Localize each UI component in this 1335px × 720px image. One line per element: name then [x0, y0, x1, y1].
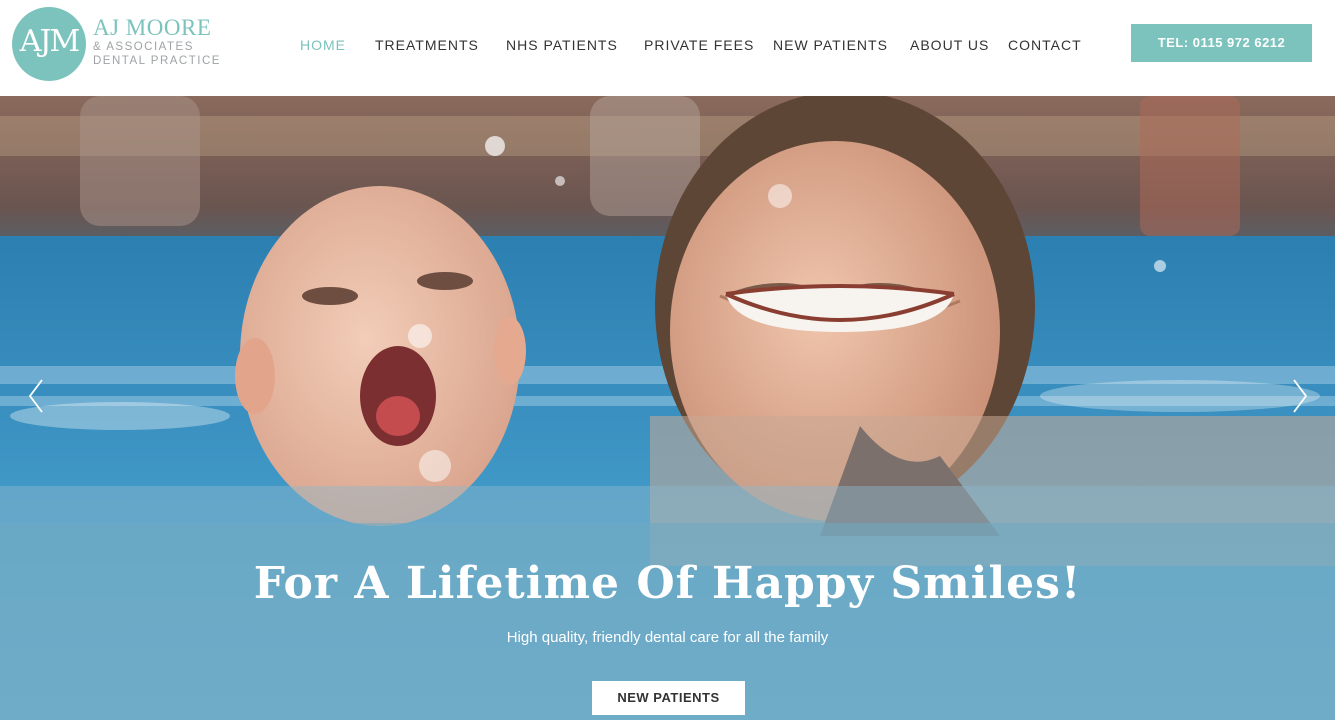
nav-item-new-patients[interactable]: NEW PATIENTS — [773, 37, 888, 53]
logo-subtitle-1: & ASSOCIATES — [93, 41, 194, 53]
hero-title: For A Lifetime Of Happy Smiles! — [253, 558, 1082, 609]
logo-name: AJ MOORE — [93, 15, 212, 40]
hero-subtitle: High quality, friendly dental care for a… — [506, 629, 829, 646]
new-patients-button[interactable]: NEW PATIENTS — [592, 681, 745, 715]
nav-item-contact[interactable]: CONTACT — [1008, 37, 1082, 53]
nav-item-private-fees[interactable]: PRIVATE FEES — [644, 37, 754, 53]
nav-item-home[interactable]: HOME — [300, 37, 346, 53]
site-header: AJM AJ MOORE & ASSOCIATES DENTAL PRACTIC… — [0, 0, 1335, 96]
logo-mark: AJM — [12, 7, 86, 81]
chevron-right-icon[interactable] — [1290, 376, 1310, 416]
logo[interactable]: AJM AJ MOORE & ASSOCIATES DENTAL PRACTIC… — [12, 7, 222, 81]
chevron-left-icon[interactable] — [26, 376, 46, 416]
telephone-button[interactable]: TEL: 0115 972 6212 — [1131, 24, 1312, 62]
nav-item-treatments[interactable]: TREATMENTS — [375, 37, 479, 53]
hero-slider: For A Lifetime Of Happy Smiles! High qua… — [0, 96, 1335, 720]
nav-item-about-us[interactable]: ABOUT US — [910, 37, 989, 53]
logo-subtitle-2: DENTAL PRACTICE — [93, 55, 221, 67]
logo-mark-text: AJM — [19, 24, 80, 59]
nav-item-nhs-patients[interactable]: NHS PATIENTS — [506, 37, 618, 53]
